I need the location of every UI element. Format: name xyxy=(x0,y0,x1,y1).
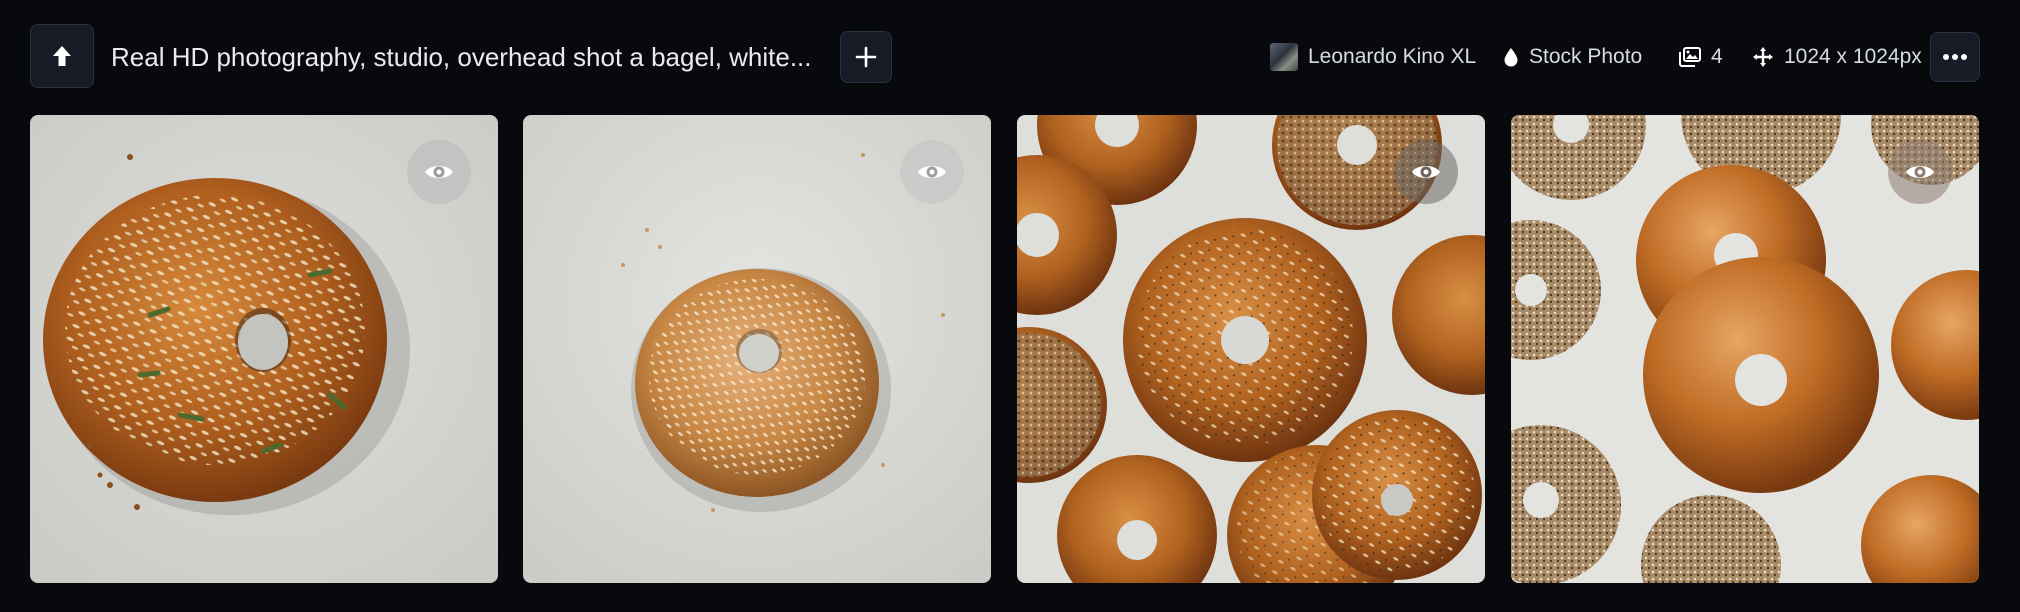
ellipsis-horizontal-icon xyxy=(1943,54,1967,60)
image-count-info: 4 xyxy=(1679,38,1723,76)
model-info: Leonardo Kino XL xyxy=(1270,38,1476,76)
eye-icon xyxy=(1412,166,1440,178)
image-card-3[interactable] xyxy=(1017,115,1485,583)
visibility-toggle-1[interactable] xyxy=(407,140,471,204)
image-count: 4 xyxy=(1711,45,1723,68)
upload-button[interactable] xyxy=(30,24,94,88)
eye-icon xyxy=(918,166,946,178)
eye-icon xyxy=(425,166,453,178)
image-card-1[interactable] xyxy=(30,115,498,583)
images-icon xyxy=(1679,47,1701,67)
eye-icon xyxy=(1906,166,1934,178)
dimensions-info: 1024 x 1024px xyxy=(1752,38,1922,76)
style-name: Stock Photo xyxy=(1529,45,1643,68)
prompt-text: Real HD photography, studio, overhead sh… xyxy=(111,42,812,72)
model-thumbnail xyxy=(1270,43,1298,71)
visibility-toggle-3[interactable] xyxy=(1394,140,1458,204)
arrow-up-icon xyxy=(53,46,71,66)
drop-icon xyxy=(1503,47,1519,67)
visibility-toggle-4[interactable] xyxy=(1888,140,1952,204)
more-options-button[interactable] xyxy=(1930,32,1980,82)
toolbar: Real HD photography, studio, overhead sh… xyxy=(0,0,2020,115)
image-card-2[interactable] xyxy=(523,115,991,583)
image-card-4[interactable] xyxy=(1511,115,1979,583)
add-button[interactable] xyxy=(840,31,892,83)
move-arrows-icon xyxy=(1752,46,1774,68)
plus-icon xyxy=(855,46,877,68)
model-name: Leonardo Kino XL xyxy=(1308,45,1477,68)
image-gallery xyxy=(0,115,2020,583)
dimensions: 1024 x 1024px xyxy=(1784,45,1922,68)
visibility-toggle-2[interactable] xyxy=(900,140,964,204)
style-info: Stock Photo xyxy=(1503,38,1642,76)
